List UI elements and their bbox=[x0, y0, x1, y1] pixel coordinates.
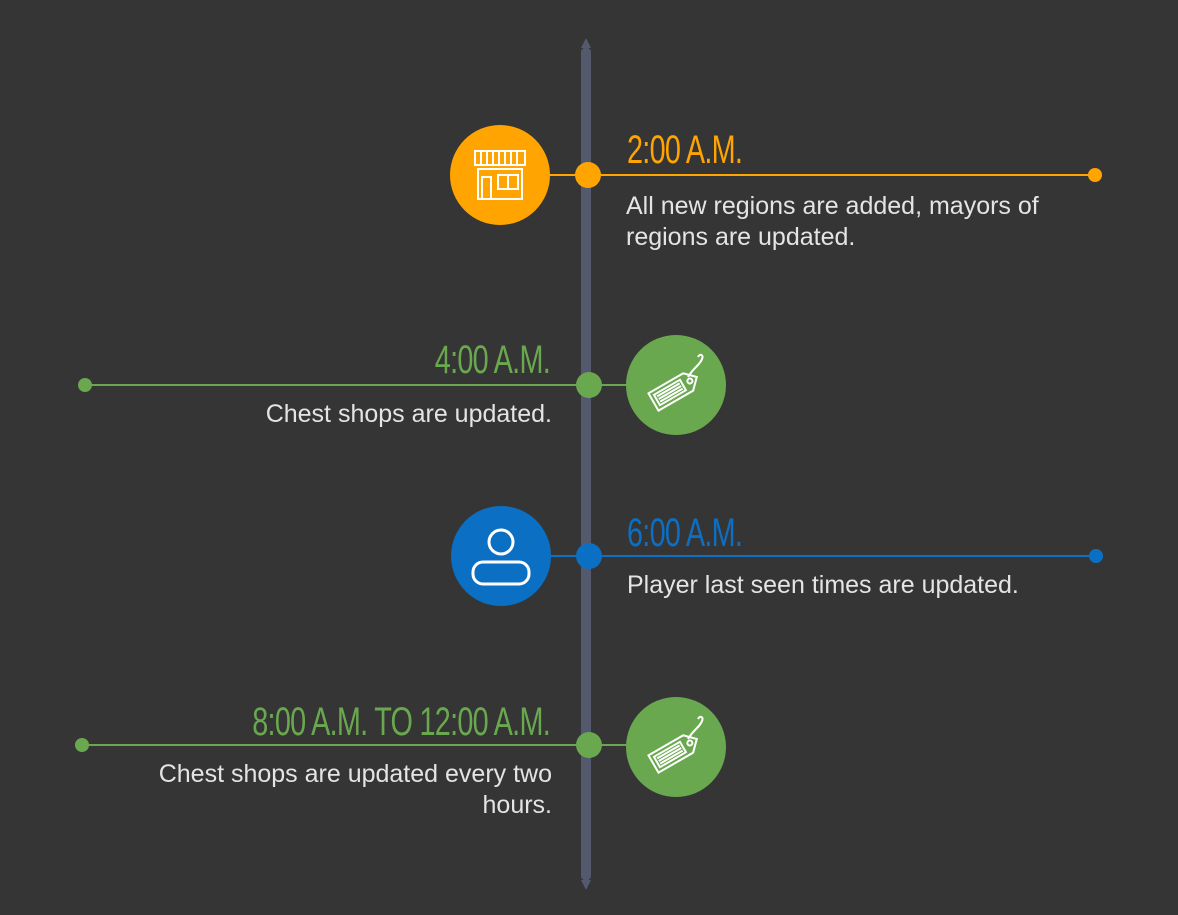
shop-icon bbox=[474, 150, 526, 200]
event-1-end-dot bbox=[1088, 168, 1102, 182]
event-2-badge bbox=[626, 335, 726, 435]
event-2-end-dot bbox=[78, 378, 92, 392]
timeline-spine-bottom bbox=[581, 880, 591, 890]
event-2-node bbox=[576, 372, 602, 398]
event-4-node bbox=[576, 732, 602, 758]
event-1-node bbox=[575, 162, 601, 188]
event-4-end-dot bbox=[75, 738, 89, 752]
event-1-time: 2:00 A.M. bbox=[627, 128, 743, 172]
event-3-description: Player last seen times are updated. bbox=[627, 571, 1019, 599]
user-icon bbox=[471, 528, 531, 586]
event-2-line bbox=[85, 384, 588, 386]
event-4-description: Chest shops are updated every two hours. bbox=[158, 760, 552, 819]
event-4-badge bbox=[626, 697, 726, 797]
price-tag-icon bbox=[647, 353, 704, 413]
event-2-description: Chest shops are updated. bbox=[265, 400, 552, 428]
event-3-line bbox=[590, 555, 1096, 557]
event-4-line bbox=[82, 744, 588, 746]
event-1-line bbox=[588, 174, 1096, 176]
event-3-end-dot bbox=[1089, 549, 1103, 563]
timeline-spine-top bbox=[581, 38, 591, 48]
event-1-description: All new regions are added, mayors of reg… bbox=[626, 192, 1039, 251]
event-3-time: 6:00 A.M. bbox=[627, 511, 743, 555]
price-tag-icon bbox=[647, 715, 704, 775]
event-4-time: 8:00 A.M. TO 12:00 A.M. bbox=[252, 700, 550, 744]
event-2-time: 4:00 A.M. bbox=[434, 338, 551, 382]
event-1-badge bbox=[450, 125, 550, 225]
event-3-badge bbox=[451, 506, 551, 606]
event-3-node bbox=[576, 543, 602, 569]
